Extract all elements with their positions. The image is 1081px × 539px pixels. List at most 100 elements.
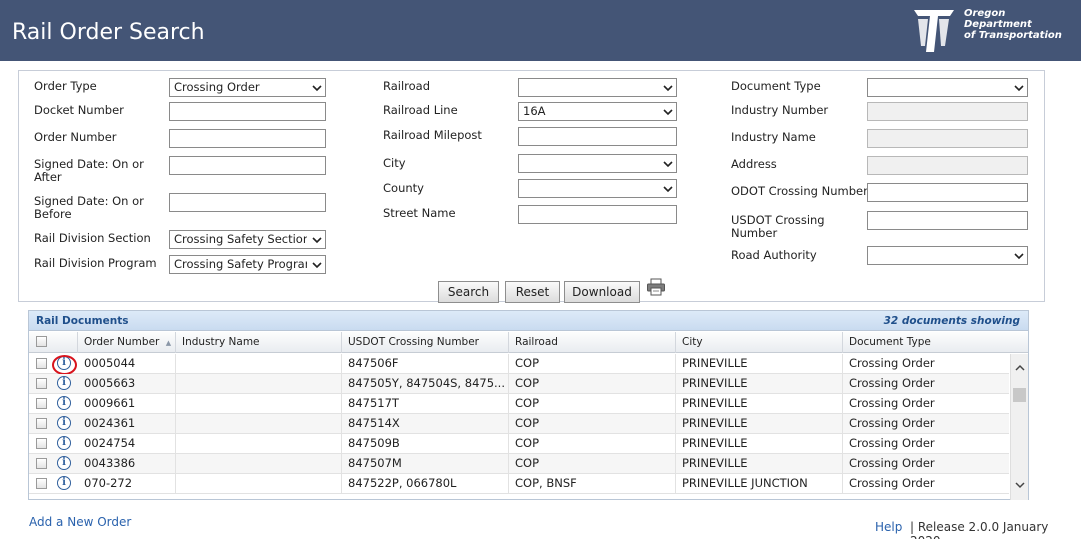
usdot-crossing-number-input[interactable] xyxy=(867,211,1028,230)
railroad-milepost-input[interactable] xyxy=(518,127,677,146)
download-button[interactable]: Download xyxy=(564,281,640,303)
address-input xyxy=(867,156,1028,175)
row-checkbox[interactable] xyxy=(36,458,47,469)
street-name-input[interactable] xyxy=(518,205,677,224)
help-link[interactable]: Help xyxy=(875,520,902,534)
row-checkbox[interactable] xyxy=(36,358,47,369)
cell-order-number: 0005044 xyxy=(78,354,176,374)
cell-document-type: Crossing Order xyxy=(849,436,935,450)
chevron-down-icon xyxy=(312,262,322,269)
rail-division-section-select[interactable]: Crossing Safety Section xyxy=(169,230,326,249)
order-number-input[interactable] xyxy=(169,129,326,148)
reset-button[interactable]: Reset xyxy=(505,281,560,303)
column-header-city[interactable]: City xyxy=(676,332,843,353)
info-icon[interactable]: i xyxy=(57,436,71,450)
road-authority-label: Road Authority xyxy=(731,248,817,262)
road-authority-select[interactable] xyxy=(867,246,1028,265)
order-number-label: Order Number xyxy=(34,130,117,144)
row-checkbox[interactable] xyxy=(36,438,47,449)
scroll-down-icon[interactable] xyxy=(1014,479,1026,491)
document-type-select[interactable] xyxy=(867,78,1028,97)
cell-city: PRINEVILLE xyxy=(676,354,843,374)
city-select[interactable] xyxy=(518,154,677,173)
add-new-order-link[interactable]: Add a New Order xyxy=(29,515,131,529)
signed-after-label-line2: After xyxy=(34,170,62,184)
railroad-select[interactable] xyxy=(518,78,677,97)
order-type-select[interactable]: Crossing Order xyxy=(169,78,326,97)
scroll-up-icon[interactable] xyxy=(1014,362,1026,374)
cell-industry-name xyxy=(176,434,342,454)
vertical-scrollbar[interactable] xyxy=(1010,354,1028,500)
column-header-document-type[interactable]: Document Type xyxy=(843,332,1028,353)
chevron-down-icon xyxy=(1014,85,1024,92)
rail-division-program-select[interactable]: Crossing Safety Program xyxy=(169,255,326,274)
printer-icon[interactable] xyxy=(646,278,666,296)
cell-railroad: COP xyxy=(509,414,676,434)
cell-usdot-crossing-number: 847514X xyxy=(342,414,509,434)
county-select[interactable] xyxy=(518,179,677,198)
table-row[interactable]: i 0043386 847507M COP PRINEVILLE Crossin… xyxy=(29,454,1009,474)
usdot-crossing-number-label-line2: Number xyxy=(731,226,778,240)
table-row[interactable]: i 0009661 847517T COP PRINEVILLE Crossin… xyxy=(29,394,1009,414)
info-icon[interactable]: i xyxy=(57,376,71,390)
cell-industry-name xyxy=(176,374,342,394)
usdot-crossing-number-label: USDOT Crossing Number xyxy=(731,214,825,240)
railroad-line-label: Railroad Line xyxy=(383,103,458,117)
railroad-line-select[interactable]: 16A xyxy=(518,102,677,121)
cell-railroad: COP xyxy=(509,354,676,374)
railroad-milepost-label: Railroad Milepost xyxy=(383,128,482,142)
cell-city: PRINEVILLE xyxy=(676,414,843,434)
column-header-industry-name[interactable]: Industry Name xyxy=(176,332,342,353)
cell-usdot-crossing-number: 847509B xyxy=(342,434,509,454)
document-type-label: Document Type xyxy=(731,79,821,93)
rail-division-section-value: Crossing Safety Section xyxy=(174,232,307,246)
cell-industry-name xyxy=(176,354,342,374)
cell-industry-name xyxy=(176,454,342,474)
scroll-thumb[interactable] xyxy=(1013,388,1026,402)
cell-industry-name xyxy=(176,474,342,494)
info-icon[interactable]: i xyxy=(57,476,71,490)
signed-after-date-input[interactable] xyxy=(169,156,326,175)
docket-number-label: Docket Number xyxy=(34,103,124,117)
table-row[interactable]: i 070-272 847522P, 066780L COP, BNSF PRI… xyxy=(29,474,1009,494)
address-label: Address xyxy=(731,157,777,171)
column-header-railroad[interactable]: Railroad xyxy=(509,332,676,353)
table-row[interactable]: i 0005663 847505Y, 847504S, 8475... COP … xyxy=(29,374,1009,394)
cell-industry-name xyxy=(176,414,342,434)
column-header-usdot-crossing-number[interactable]: USDOT Crossing Number xyxy=(342,332,509,353)
cell-usdot-crossing-number: 847505Y, 847504S, 8475... xyxy=(342,374,509,394)
table-row[interactable]: i 0024754 847509B COP PRINEVILLE Crossin… xyxy=(29,434,1009,454)
info-icon[interactable]: i xyxy=(57,456,71,470)
table-row[interactable]: i 0024361 847514X COP PRINEVILLE Crossin… xyxy=(29,414,1009,434)
signed-before-date-input[interactable] xyxy=(169,193,326,212)
cell-document-type: Crossing Order xyxy=(849,396,935,410)
cell-order-number: 0005663 xyxy=(78,374,176,394)
industry-name-input xyxy=(867,129,1028,148)
column-header-order-number-label: Order Number xyxy=(84,336,160,348)
column-header-order-number[interactable]: Order Number ▲ xyxy=(78,332,176,353)
select-all-checkbox[interactable] xyxy=(36,336,47,347)
signed-before-label: Signed Date: On or Before xyxy=(34,195,144,221)
grid-title: Rail Documents xyxy=(36,315,129,327)
search-button[interactable]: Search xyxy=(438,281,499,303)
info-icon[interactable]: i xyxy=(57,396,71,410)
docket-number-input[interactable] xyxy=(169,102,326,121)
railroad-label: Railroad xyxy=(383,79,431,93)
info-icon[interactable]: i xyxy=(57,416,71,430)
odot-crossing-number-input[interactable] xyxy=(867,183,1028,202)
table-row[interactable]: i 0005044 847506F COP PRINEVILLE Crossin… xyxy=(29,354,1009,375)
grid-header-row: Order Number ▲ Industry Name USDOT Cross… xyxy=(29,332,1028,353)
row-checkbox[interactable] xyxy=(36,378,47,389)
row-checkbox[interactable] xyxy=(36,478,47,489)
release-info: | Release 2.0.0 January 2020 xyxy=(910,520,1049,539)
industry-name-label: Industry Name xyxy=(731,130,816,144)
grid-body: i 0005044 847506F COP PRINEVILLE Crossin… xyxy=(29,354,1009,500)
highlight-ring xyxy=(52,355,77,375)
cell-industry-name xyxy=(176,394,342,414)
select-all-header xyxy=(29,332,78,353)
cell-railroad: COP xyxy=(509,374,676,394)
row-checkbox[interactable] xyxy=(36,398,47,409)
industry-number-label: Industry Number xyxy=(731,103,829,117)
row-checkbox[interactable] xyxy=(36,418,47,429)
cell-document-type: Crossing Order xyxy=(849,376,935,390)
